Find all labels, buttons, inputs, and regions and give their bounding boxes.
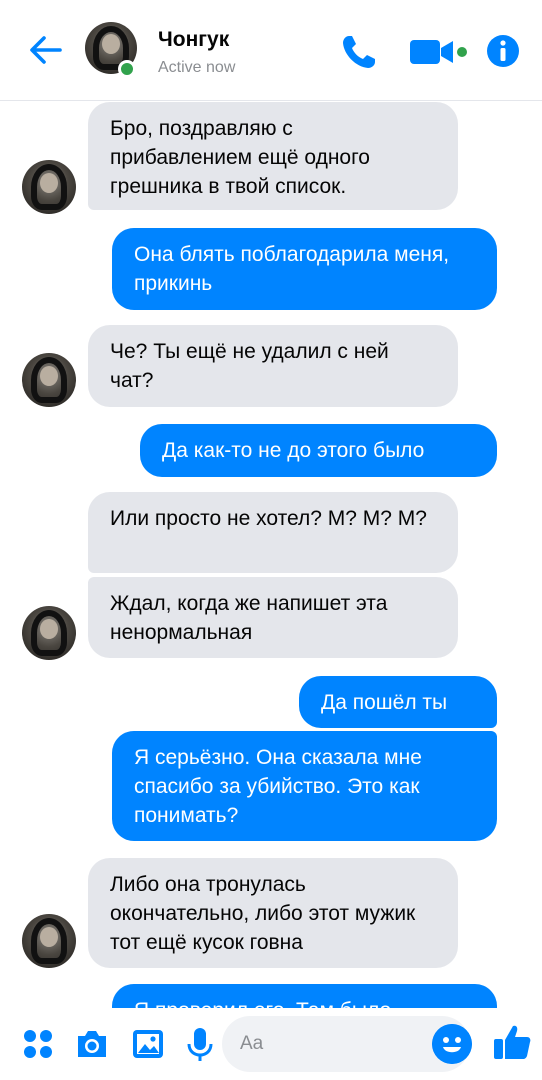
message-incoming[interactable]: Либо она тронулась окончательно, либо эт… bbox=[88, 858, 458, 968]
emoji-icon[interactable] bbox=[432, 1024, 472, 1064]
message-incoming[interactable]: Или просто не хотел? М? М? М? bbox=[88, 492, 458, 573]
message-incoming[interactable]: Ждал, когда же напишет эта ненормальная bbox=[88, 577, 458, 658]
message-outgoing[interactable]: Я серьёзно. Она сказала мне спасибо за у… bbox=[112, 731, 497, 841]
camera-icon[interactable] bbox=[74, 1026, 110, 1062]
contact-avatar-small bbox=[22, 353, 76, 407]
message-outgoing[interactable]: Да как-то не до этого было bbox=[140, 424, 497, 477]
contact-name[interactable]: Чонгук bbox=[158, 28, 229, 52]
message-outgoing[interactable]: Да пошёл ты bbox=[299, 676, 497, 728]
contact-avatar-small bbox=[22, 160, 76, 214]
composer-bar: Aa bbox=[0, 1008, 542, 1080]
back-arrow-icon[interactable] bbox=[28, 32, 64, 68]
chat-header: Чонгук Active now bbox=[0, 0, 542, 101]
contact-avatar-small bbox=[22, 606, 76, 660]
microphone-icon[interactable] bbox=[182, 1026, 218, 1062]
contact-status: Active now bbox=[158, 59, 236, 76]
apps-icon[interactable] bbox=[20, 1026, 56, 1062]
message-incoming[interactable]: Че? Ты ещё не удалил с ней чат? bbox=[88, 325, 458, 407]
message-input-placeholder: Aa bbox=[240, 1033, 264, 1054]
online-status-dot bbox=[118, 60, 136, 78]
gallery-icon[interactable] bbox=[130, 1026, 166, 1062]
video-camera-icon[interactable] bbox=[410, 38, 470, 66]
thumbs-up-icon[interactable] bbox=[492, 1022, 532, 1062]
info-icon[interactable] bbox=[486, 34, 520, 68]
phone-icon[interactable] bbox=[340, 33, 378, 71]
message-incoming[interactable]: Бро, поздравляю с прибавлением ещё одног… bbox=[88, 102, 458, 210]
message-outgoing[interactable]: Она блять поблагодарила меня, прикинь bbox=[112, 228, 497, 310]
contact-avatar-small bbox=[22, 914, 76, 968]
